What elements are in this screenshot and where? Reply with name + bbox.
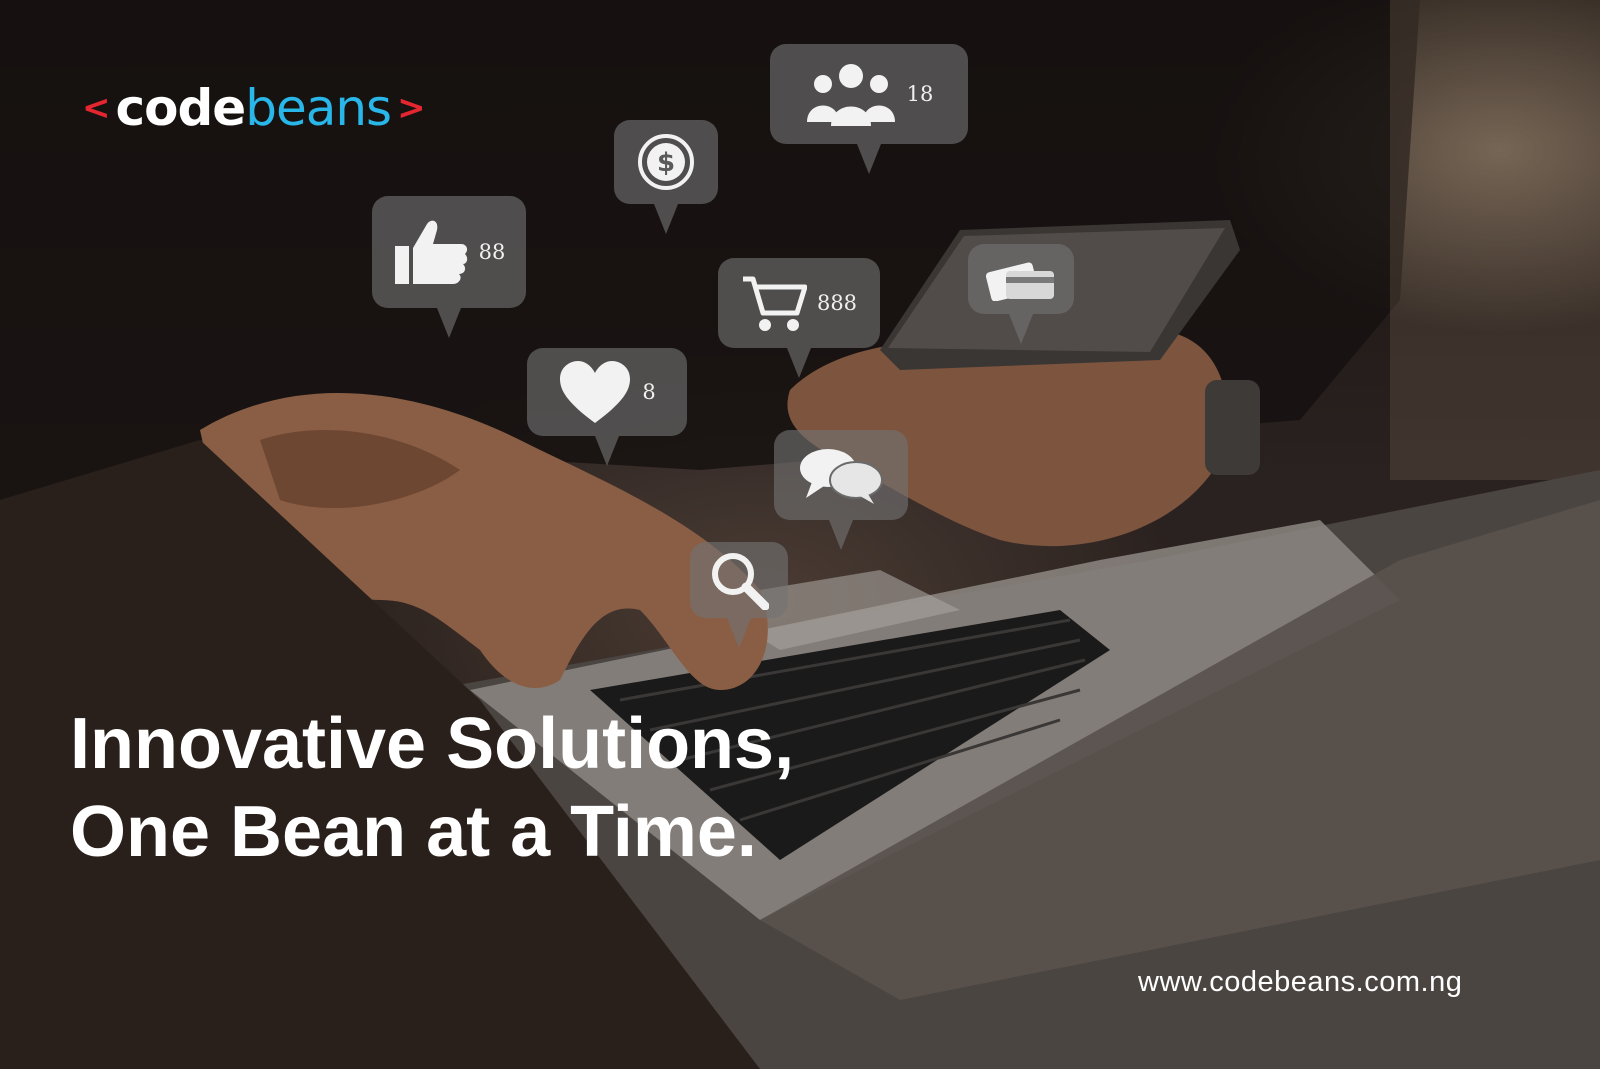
- search-icon: [712, 553, 769, 610]
- cart-count: 888: [816, 291, 858, 315]
- svg-text:$: $: [657, 148, 675, 178]
- ad-banner: < code beans > 18 $ 88 888 8 Innovative …: [0, 0, 1600, 1069]
- brand-logo[interactable]: < code beans >: [76, 78, 431, 138]
- logo-left-bracket: <: [82, 88, 110, 128]
- card-bubble: [968, 244, 1074, 344]
- logo-right-bracket: >: [397, 88, 425, 128]
- website-link[interactable]: www.codebeans.com.ng: [1138, 966, 1462, 999]
- cart-icon: [742, 276, 807, 331]
- cart-bubble: 888: [718, 258, 880, 378]
- heart-bubble: 8: [527, 348, 687, 466]
- credit-card-icon: [986, 262, 1054, 301]
- logo-text-beans: beans: [245, 79, 392, 137]
- people-count: 18: [906, 82, 934, 106]
- chat-bubble: [774, 430, 908, 550]
- people-icon: [806, 64, 895, 126]
- people-bubble: 18: [770, 44, 968, 174]
- like-bubble: 88: [372, 196, 526, 338]
- logo-text-code: code: [115, 79, 247, 137]
- heart-count: 8: [642, 380, 656, 404]
- like-count: 88: [478, 240, 506, 264]
- dollar-bubble: $: [614, 120, 718, 234]
- headline: Innovative Solutions, One Bean at a Time…: [70, 700, 794, 876]
- headline-line-2: One Bean at a Time.: [70, 792, 757, 872]
- search-bubble: [690, 542, 788, 648]
- chat-icon: [800, 449, 883, 504]
- headline-line-1: Innovative Solutions,: [70, 704, 795, 784]
- dollar-icon: $: [638, 134, 694, 190]
- heart-icon: [560, 361, 631, 423]
- thumbs-up-icon: [394, 220, 467, 284]
- background-photo: [0, 0, 1600, 1069]
